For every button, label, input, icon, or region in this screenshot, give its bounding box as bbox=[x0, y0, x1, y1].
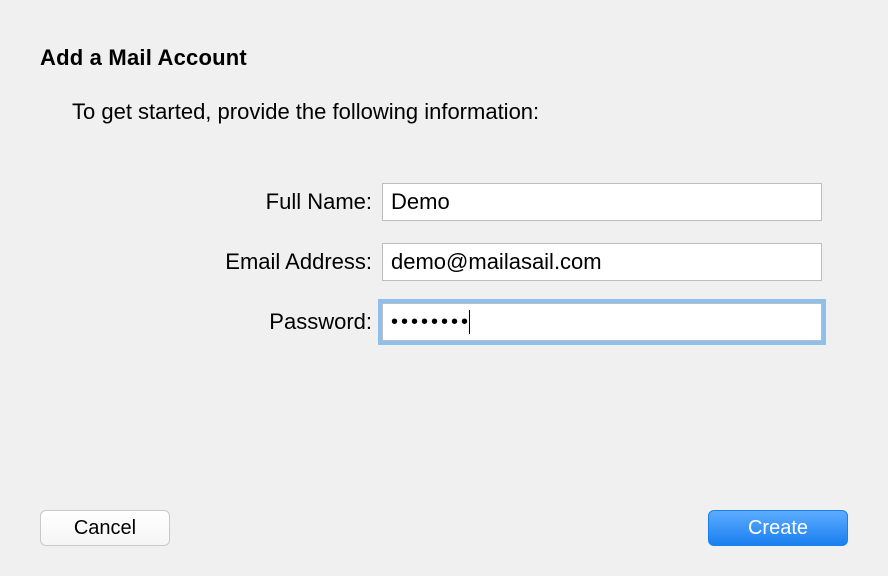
text-caret bbox=[469, 310, 470, 334]
password-label: Password: bbox=[40, 309, 372, 335]
cancel-button[interactable]: Cancel bbox=[40, 510, 170, 546]
email-label: Email Address: bbox=[40, 249, 372, 275]
create-button[interactable]: Create bbox=[708, 510, 848, 546]
account-form: Full Name: Email Address: Password: ••••… bbox=[40, 183, 848, 341]
add-mail-account-dialog: Add a Mail Account To get started, provi… bbox=[0, 0, 888, 576]
password-masked-value: •••••••• bbox=[391, 312, 471, 332]
button-row: Cancel Create bbox=[40, 510, 848, 546]
email-row: Email Address: bbox=[40, 243, 848, 281]
password-input[interactable]: •••••••• bbox=[382, 303, 822, 341]
full-name-row: Full Name: bbox=[40, 183, 848, 221]
password-row: Password: •••••••• bbox=[40, 303, 848, 341]
email-input[interactable] bbox=[382, 243, 822, 281]
dialog-title: Add a Mail Account bbox=[40, 45, 848, 71]
full-name-input[interactable] bbox=[382, 183, 822, 221]
dialog-subtitle: To get started, provide the following in… bbox=[72, 99, 848, 125]
full-name-label: Full Name: bbox=[40, 189, 372, 215]
